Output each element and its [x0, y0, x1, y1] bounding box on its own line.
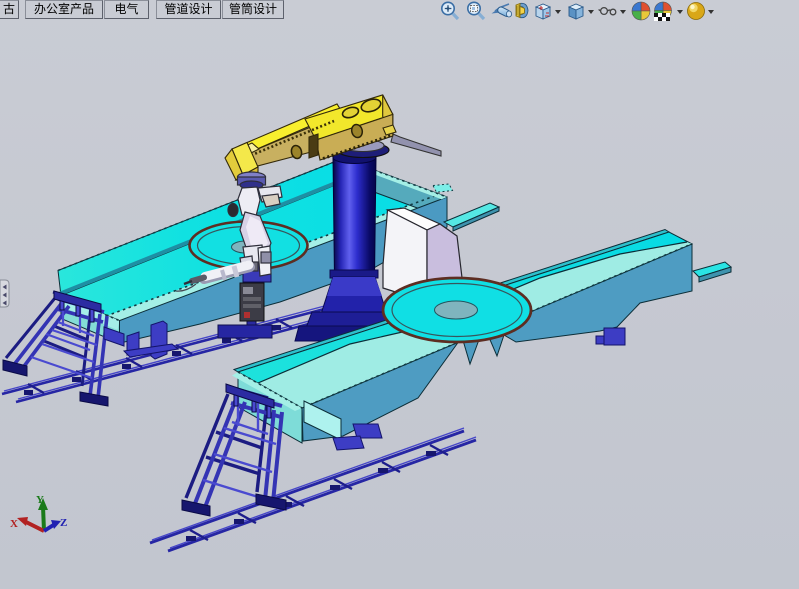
svg-text:X: X	[10, 518, 18, 530]
svg-text:Y: Y	[36, 494, 44, 506]
svg-text:Z: Z	[60, 517, 67, 529]
